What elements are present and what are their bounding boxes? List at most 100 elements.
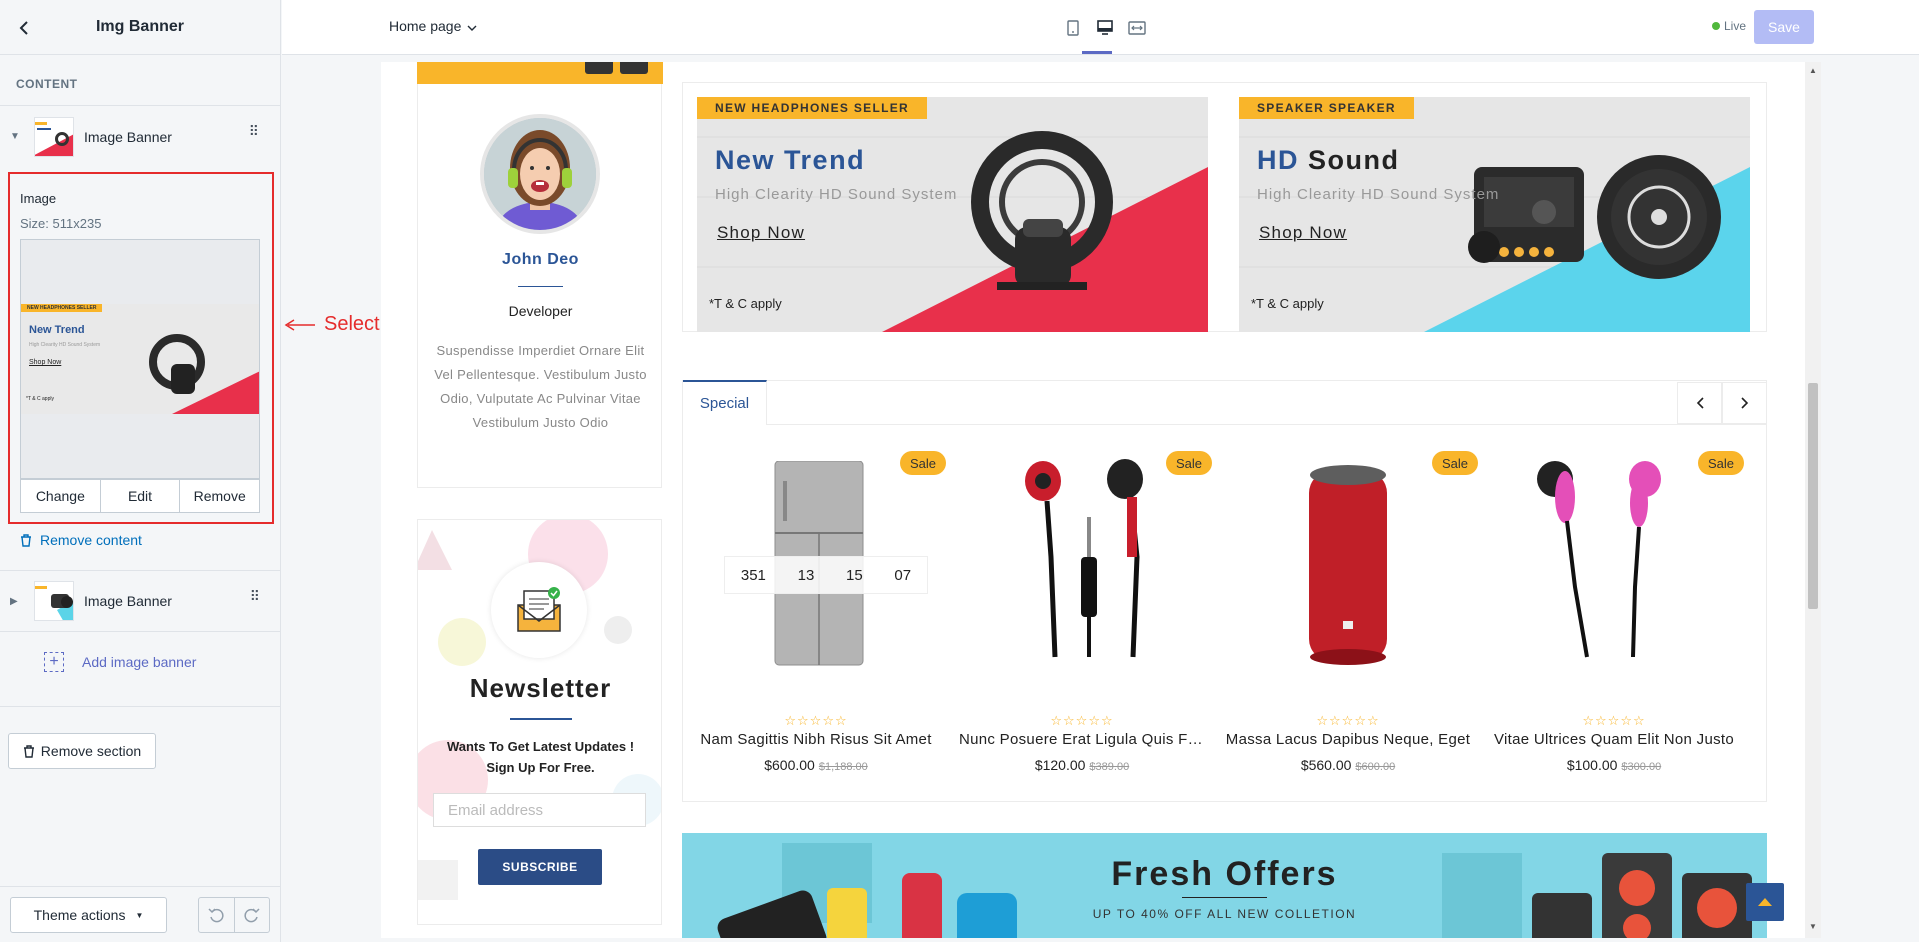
sale-badge: Sale [1698, 451, 1744, 475]
fresh-offers-divider [1182, 897, 1267, 898]
product-name[interactable]: Massa Lacus Dapibus Neque, Eget [1215, 731, 1481, 748]
remove-section-button[interactable]: Remove section [8, 733, 156, 769]
sale-badge: Sale [1432, 451, 1478, 475]
tab-special[interactable]: Special [683, 380, 767, 425]
product-price: $600.00 $1,188.00 [683, 757, 949, 773]
caret-down-icon[interactable]: ▼ [10, 131, 22, 142]
product-name[interactable]: Vitae Ultrices Quam Elit Non Justo [1481, 731, 1747, 748]
price-current: $560.00 [1300, 757, 1352, 773]
banner-terms: *T & C apply [1251, 296, 1324, 311]
image-preview[interactable]: NEW HEADPHONES SELLER New Trend High Cle… [20, 239, 260, 479]
price-old: $300.00 [1621, 761, 1662, 773]
back-to-top-button[interactable] [1746, 883, 1784, 921]
scroll-up-icon[interactable]: ▲ [1808, 66, 1818, 76]
shop-now-link[interactable]: Shop Now [717, 223, 805, 243]
banner-title-part: Sound [1308, 145, 1400, 175]
newsletter-envelope-icon [491, 562, 587, 658]
carousel-prev-button[interactable] [1677, 382, 1722, 424]
block-image-banner-1[interactable]: ▼ Image Banner ⠿ [0, 105, 280, 167]
edit-image-button[interactable]: Edit [101, 480, 181, 512]
preview-scrollbar[interactable]: ▲ ▼ [1805, 62, 1821, 938]
countdown-seconds: 07 [894, 566, 912, 584]
product-name[interactable]: Nunc Posuere Erat Ligula Quis Felis [949, 731, 1215, 748]
image-label: Image [20, 191, 57, 206]
fullscreen-icon[interactable] [1121, 16, 1153, 40]
product-name[interactable]: Nam Sagittis Nibh Risus Sit Amet [683, 731, 949, 748]
rating-stars: ☆☆☆☆☆ [784, 713, 848, 728]
banner-headphones[interactable]: NEW HEADPHONES SELLER New Trend High Cle… [697, 97, 1208, 332]
sidebar-footer: Theme actions ▼ [0, 886, 281, 942]
product-card[interactable]: 351 13 15 07 Sale ☆☆☆☆☆ Nam Sagittis Nib… [683, 427, 949, 797]
preview-tag: NEW HEADPHONES SELLER [21, 304, 103, 312]
undo-icon[interactable] [199, 898, 235, 932]
editor-topbar: Home page Live Save [282, 0, 1919, 55]
trash-icon [23, 744, 34, 758]
product-image [1025, 459, 1143, 658]
block-image-banner-2[interactable]: ▶ Image Banner ⠿ [0, 570, 281, 632]
block-label: Image Banner [84, 593, 172, 609]
banner-tag: SPEAKER SPEAKER [1239, 97, 1414, 119]
newsletter-divider [510, 718, 572, 720]
prev-arrow[interactable] [585, 62, 613, 74]
fresh-offers-banner[interactable]: Fresh Offers UP TO 40% OFF ALL NEW COLLE… [682, 833, 1767, 938]
email-field[interactable]: Email address [433, 793, 646, 827]
avatar [480, 114, 600, 234]
arrow-left-icon [284, 318, 315, 331]
banner-title: HD Sound [1257, 145, 1400, 176]
theme-preview: John Deo Developer Suspendisse Imperdiet… [381, 62, 1821, 938]
remove-content-label: Remove content [40, 532, 142, 548]
active-device-indicator [1082, 51, 1112, 54]
product-card[interactable]: Sale ☆☆☆☆☆ Nunc Posuere Erat Ligula Quis… [949, 427, 1215, 797]
product-card[interactable]: Sale ☆☆☆☆☆ Vitae Ultrices Quam Elit Non … [1481, 427, 1747, 797]
newsletter-text-line: Wants To Get Latest Updates ! [446, 739, 635, 754]
back-icon[interactable] [12, 16, 36, 40]
newsletter-block: Newsletter Wants To Get Latest Updates !… [417, 519, 662, 925]
scrollbar-thumb[interactable] [1808, 383, 1818, 609]
newsletter-text: Wants To Get Latest Updates ! Sign Up Fo… [428, 736, 653, 778]
caret-right-icon[interactable]: ▶ [10, 596, 22, 607]
chevron-down-icon [467, 18, 477, 34]
price-current: $120.00 [1034, 757, 1086, 773]
fresh-offers-subtitle: UP TO 40% OFF ALL NEW COLLETION [1092, 907, 1357, 921]
product-tabs-section: Special 351 13 15 07 Sale ☆☆☆☆☆ Nam Sagi… [682, 380, 1767, 802]
newsletter-text-line: Sign Up For Free. [486, 760, 595, 775]
subscribe-button[interactable]: SUBSCRIBE [478, 849, 602, 885]
image-banner-section: NEW HEADPHONES SELLER New Trend High Cle… [682, 82, 1767, 332]
product-card[interactable]: Sale ☆☆☆☆☆ Massa Lacus Dapibus Neque, Eg… [1215, 427, 1481, 797]
next-arrow[interactable] [620, 62, 648, 74]
banner-terms: *T & C apply [709, 296, 782, 311]
carousel-next-button[interactable] [1722, 382, 1767, 424]
save-button[interactable]: Save [1754, 10, 1814, 44]
sidebar-header: Img Banner [0, 0, 280, 55]
price-old: $1,188.00 [818, 761, 868, 773]
banner-subtitle: High Clearity HD Sound System [715, 186, 958, 203]
product-price: $560.00 $600.00 [1215, 757, 1481, 773]
block-label: Image Banner [84, 128, 172, 145]
scroll-down-icon[interactable]: ▼ [1808, 922, 1818, 932]
profile-description: Suspendisse Imperdiet Ornare Elit Vel Pe… [434, 343, 647, 430]
theme-actions-label: Theme actions [33, 907, 126, 923]
theme-actions-button[interactable]: Theme actions ▼ [10, 897, 167, 933]
add-image-banner-button[interactable]: + Add image banner [44, 652, 196, 672]
chevron-left-icon [1696, 397, 1704, 409]
rating-stars: ☆☆☆☆☆ [1582, 713, 1646, 728]
remove-content-link[interactable]: Remove content [20, 532, 142, 548]
desktop-icon[interactable] [1089, 16, 1121, 40]
trash-icon [21, 533, 31, 547]
change-image-button[interactable]: Change [21, 480, 101, 512]
tab-divider [767, 424, 1767, 425]
banner-speaker[interactable]: SPEAKER SPEAKER HD Sound High Clearity H… [1239, 97, 1750, 332]
redo-icon[interactable] [235, 898, 270, 932]
shop-now-link[interactable]: Shop Now [1259, 223, 1347, 243]
image-setting-panel: Image Size: 511x235 NEW HEADPHONES SELLE… [8, 172, 274, 524]
price-old: $600.00 [1355, 761, 1396, 773]
page-selector[interactable]: Home page [389, 18, 477, 34]
banner-title-part: New [715, 145, 776, 175]
drag-handle-icon[interactable]: ⠿ [250, 589, 260, 603]
divider [0, 706, 281, 707]
remove-image-button[interactable]: Remove [180, 480, 259, 512]
preview-cta: Shop Now [29, 359, 62, 366]
mobile-icon[interactable] [1057, 16, 1089, 40]
live-dot-icon [1712, 22, 1720, 30]
drag-handle-icon[interactable]: ⠿ [249, 124, 259, 138]
